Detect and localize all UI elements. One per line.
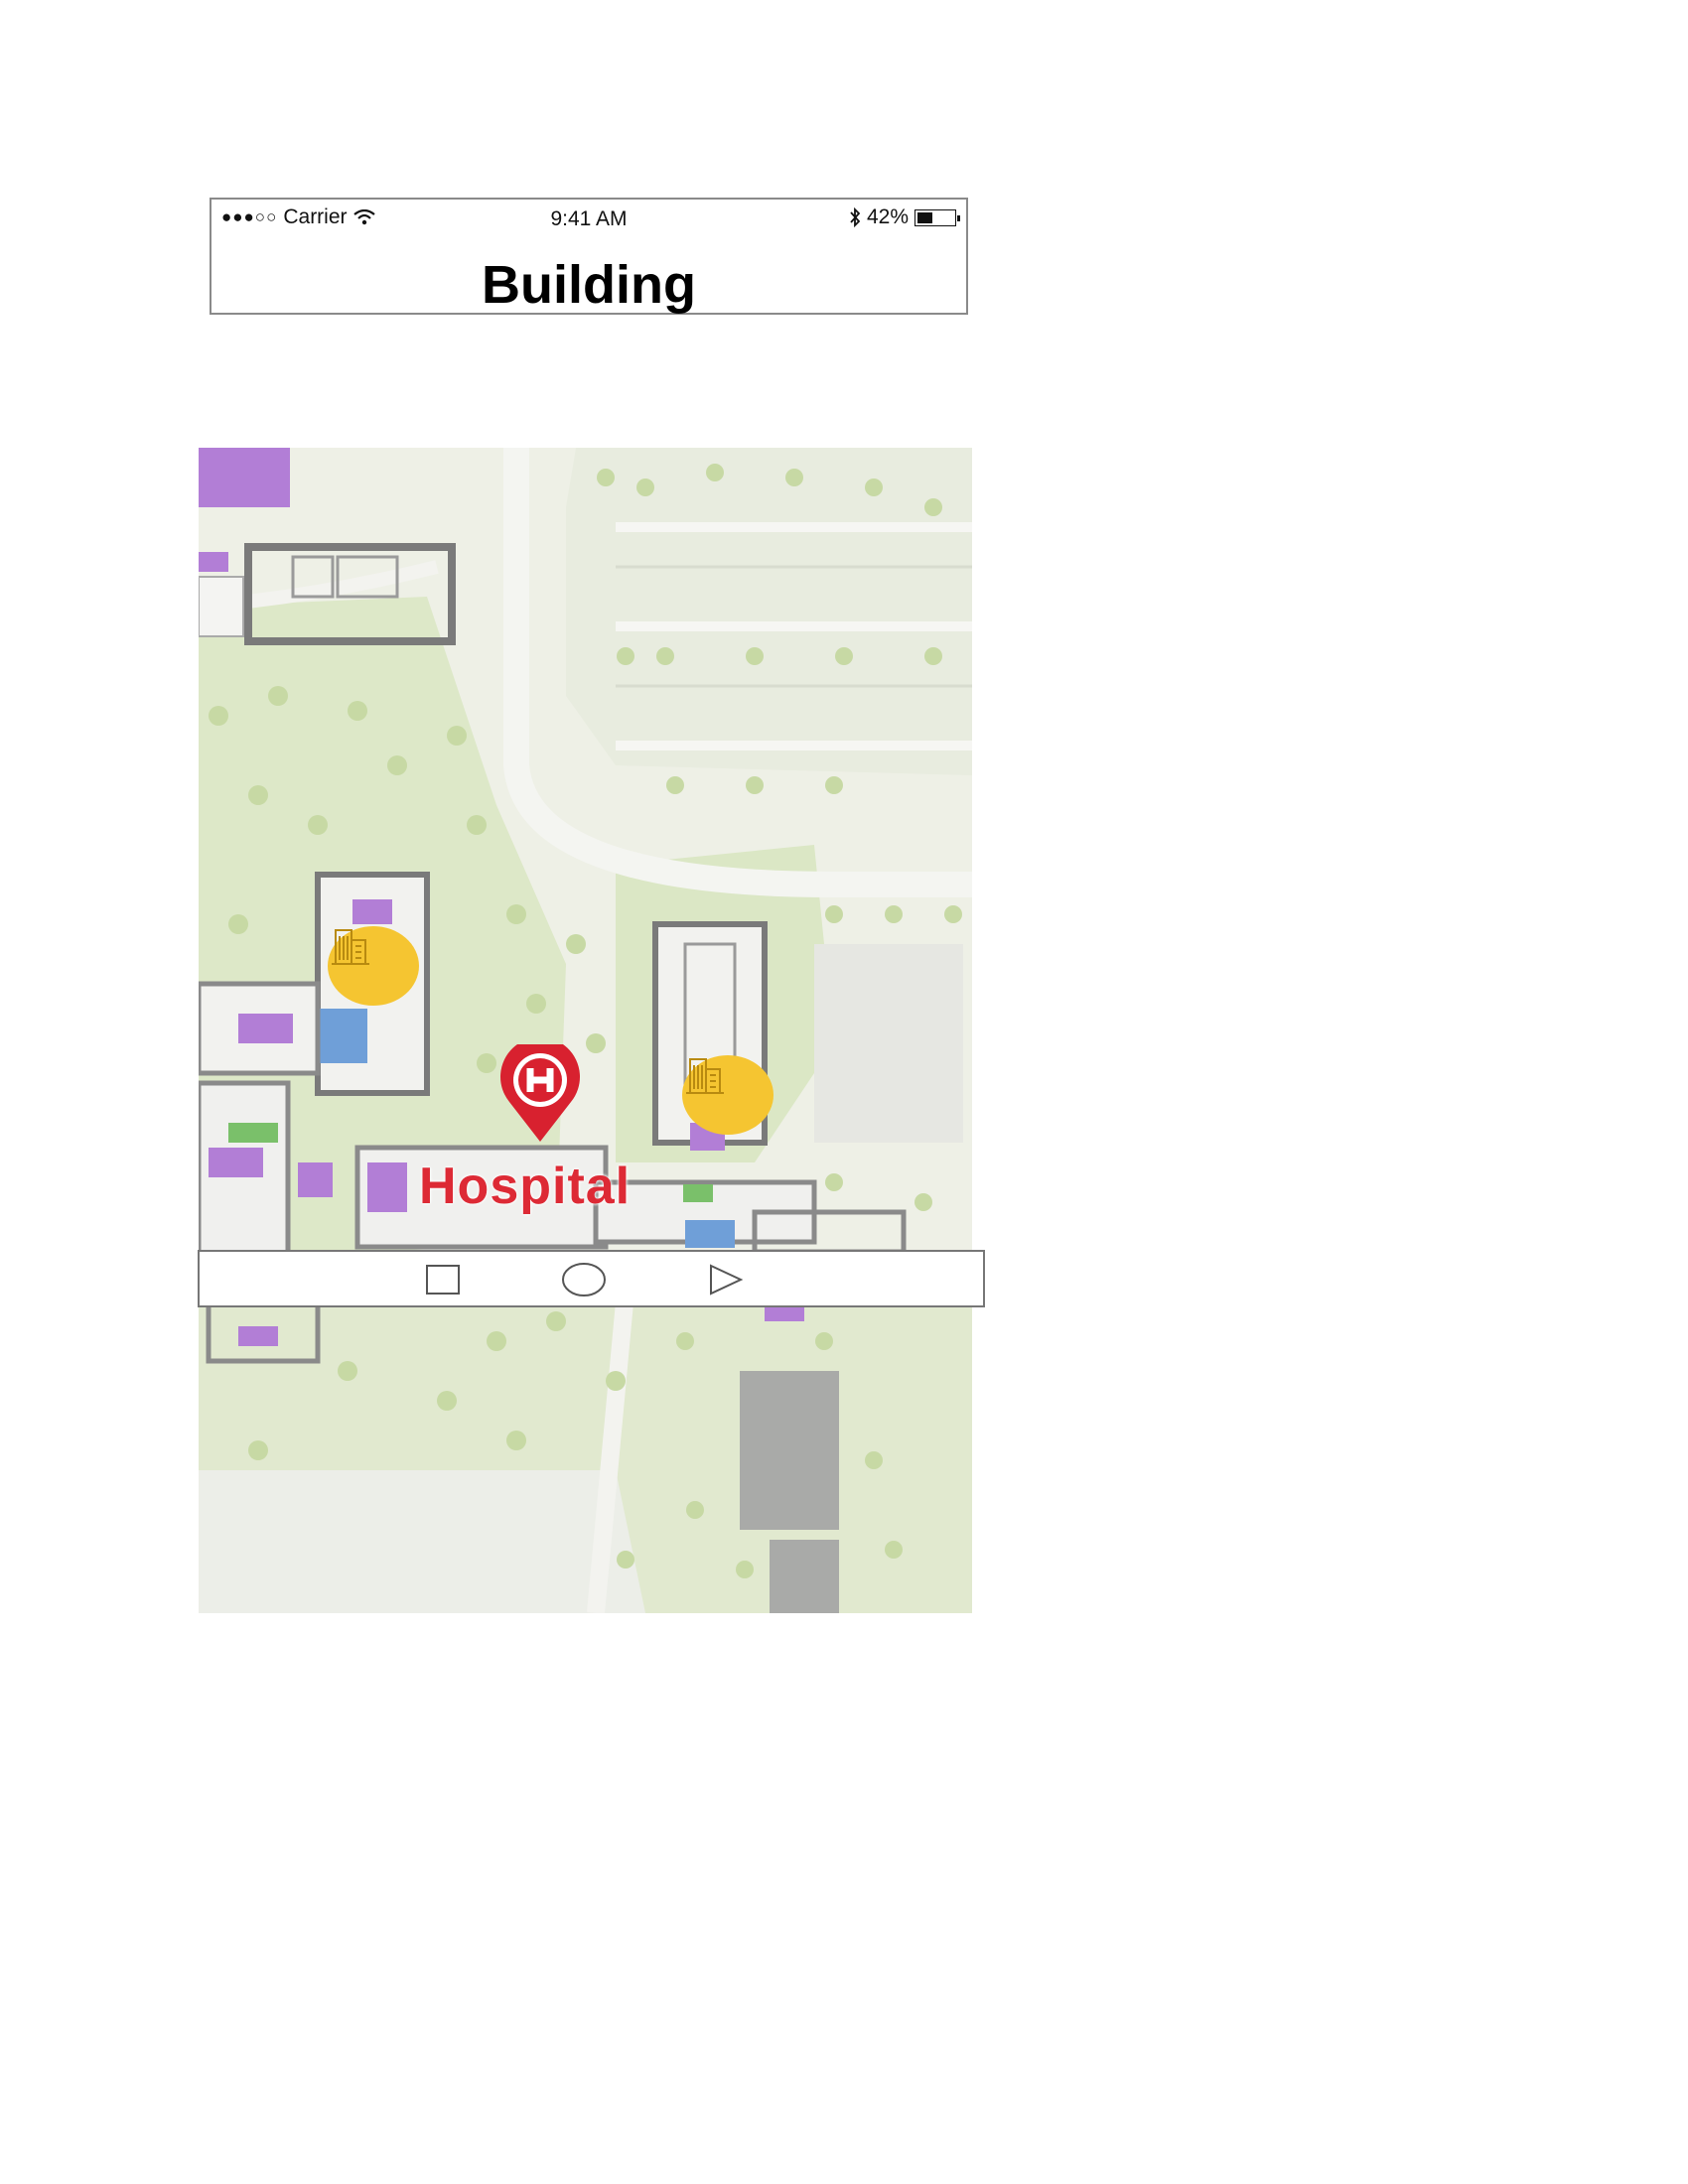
square-recent-apps-icon: [426, 1265, 460, 1295]
recent-apps-button[interactable]: [423, 1262, 463, 1297]
hospital-label: Hospital: [419, 1158, 632, 1215]
app-header: ●●●○○ Carrier 9:41 AM 42% Building: [210, 198, 968, 315]
bluetooth-icon: [850, 207, 861, 227]
battery-icon: [914, 208, 960, 226]
circle-home-icon: [562, 1263, 606, 1297]
battery-percent: 42%: [866, 205, 909, 228]
page-title: Building: [482, 255, 696, 315]
building-icon: [332, 929, 369, 965]
campus-map[interactable]: Hospital: [199, 448, 972, 1613]
hospital-pin[interactable]: [495, 1044, 585, 1144]
map-background: [199, 448, 972, 1613]
building-icon: [686, 1058, 724, 1094]
back-button[interactable]: [706, 1262, 746, 1297]
triangle-back-icon: [710, 1264, 744, 1296]
navigation-bar: [198, 1250, 985, 1307]
home-button[interactable]: [559, 1262, 609, 1297]
building-marker-2[interactable]: [682, 1055, 774, 1135]
status-bar: ●●●○○ Carrier 9:41 AM 42%: [211, 205, 966, 233]
building-marker-1[interactable]: [328, 926, 419, 1006]
hospital-h-icon: [500, 1044, 580, 1142]
